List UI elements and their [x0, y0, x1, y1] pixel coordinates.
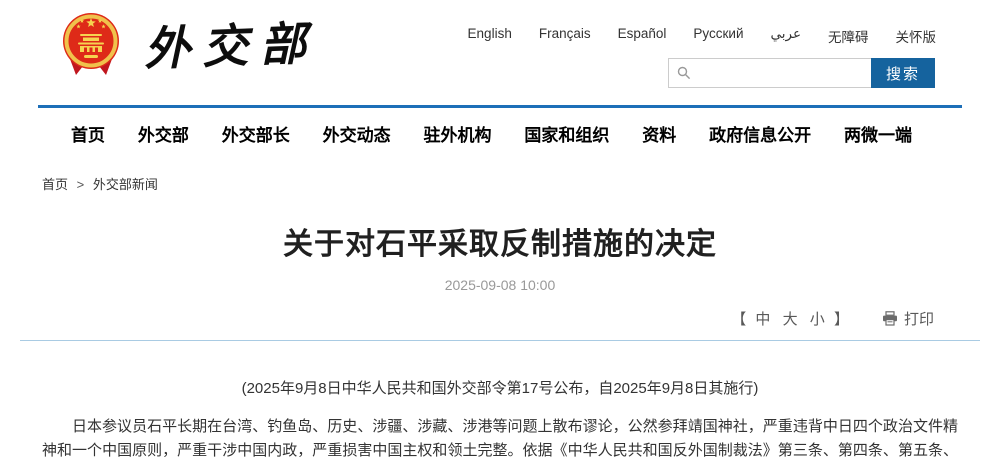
bracket-open-label: 【 — [731, 311, 746, 328]
search-button[interactable]: 搜索 — [871, 58, 935, 88]
font-size-small-button[interactable]: 小 — [810, 311, 825, 328]
lang-english[interactable]: English — [468, 26, 512, 46]
print-label: 打印 — [904, 308, 934, 329]
site-header: 外交部 English Français Español Русский عرب… — [0, 0, 1000, 100]
lang-francais[interactable]: Français — [539, 26, 591, 46]
page: 外交部 English Français Español Русский عرب… — [0, 0, 1000, 458]
ministry-calligraphy: 外交部 — [143, 7, 319, 79]
breadcrumb-separator: > — [77, 177, 85, 192]
lang-espanol[interactable]: Español — [618, 26, 667, 46]
nav-item-home[interactable]: 首页 — [71, 121, 105, 146]
nav-item-gov-info[interactable]: 政府信息公开 — [709, 121, 811, 146]
font-size-medium-button[interactable]: 中 — [755, 311, 770, 328]
article-title: 关于对石平采取反制措施的决定 — [0, 219, 1000, 263]
printer-icon — [882, 311, 898, 326]
font-size-controls: 【 中 大 小 】 — [730, 308, 850, 329]
nav-item-countries[interactable]: 国家和组织 — [524, 121, 609, 146]
nav-item-missions[interactable]: 驻外机构 — [424, 121, 492, 146]
font-size-large-button[interactable]: 大 — [783, 311, 798, 328]
lang-arabic[interactable]: عربي — [770, 26, 801, 46]
article: 关于对石平采取反制措施的决定 2025-09-08 10:00 【 中 大 小 … — [0, 219, 1000, 458]
lang-accessibility[interactable]: 无障碍 — [828, 26, 869, 46]
search-icon — [677, 66, 691, 80]
breadcrumb-current[interactable]: 外交部新闻 — [93, 177, 158, 192]
nav-item-resources[interactable]: 资料 — [642, 121, 676, 146]
search-bar: 搜索 — [668, 58, 935, 88]
logo[interactable] — [60, 9, 122, 82]
bracket-close-label: 】 — [834, 311, 849, 328]
main-nav: 首页 外交部 外交部长 外交动态 驻外机构 国家和组织 资料 政府信息公开 两微… — [38, 105, 962, 162]
print-button[interactable]: 打印 — [882, 308, 934, 329]
decree-line: (2025年9月8日中华人民共和国外交部令第17号公布，自2025年9月8日其施… — [30, 377, 970, 398]
article-meta-row: 【 中 大 小 】 打印 — [0, 308, 934, 329]
article-paragraph: 日本参议员石平长期在台湾、钓鱼岛、历史、涉疆、涉藏、涉港等问题上散布谬论，公然参… — [42, 415, 958, 458]
search-input[interactable] — [668, 58, 871, 88]
breadcrumb: 首页 > 外交部新闻 — [42, 174, 1000, 193]
language-links: English Français Español Русский عربي 无障… — [468, 26, 936, 46]
nav-item-mfa[interactable]: 外交部 — [138, 121, 189, 146]
nav-item-activities[interactable]: 外交动态 — [323, 121, 391, 146]
national-emblem-icon — [60, 9, 122, 77]
divider — [20, 340, 980, 341]
nav-item-minister[interactable]: 外交部长 — [222, 121, 290, 146]
lang-russian[interactable]: Русский — [693, 26, 743, 46]
nav-item-weibo-wechat[interactable]: 两微一端 — [844, 121, 912, 146]
breadcrumb-home[interactable]: 首页 — [42, 177, 68, 192]
article-date: 2025-09-08 10:00 — [0, 277, 1000, 293]
lang-care-version[interactable]: 关怀版 — [896, 26, 937, 46]
